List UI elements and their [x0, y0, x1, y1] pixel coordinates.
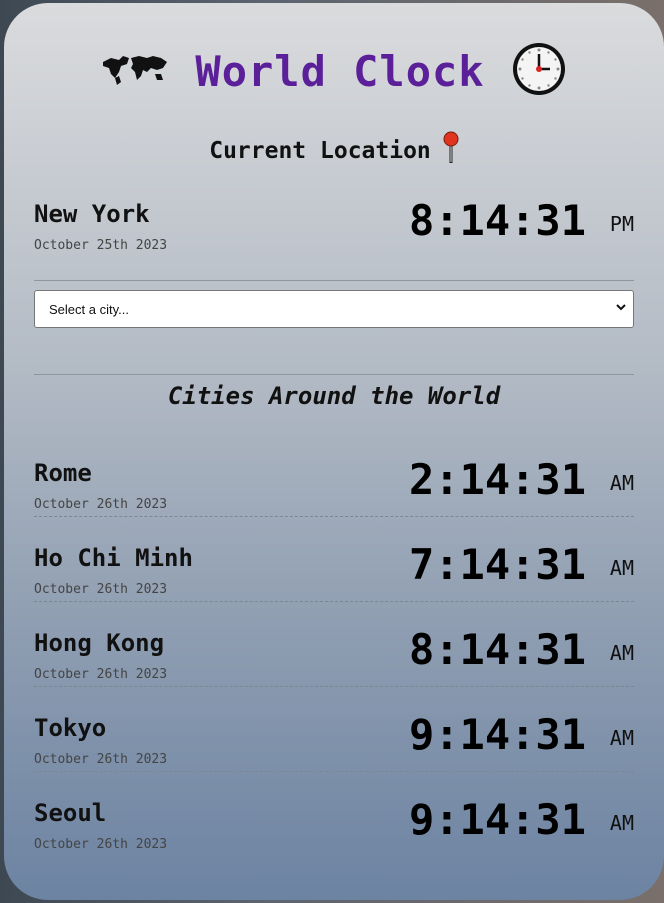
current-city-time: 8:14:31	[408, 196, 586, 245]
city-time: 2:14:31	[408, 455, 586, 504]
app-title: World Clock	[195, 46, 485, 96]
city-time: 7:14:31	[408, 540, 586, 589]
current-location-heading: Current Location	[4, 131, 664, 171]
header: World Clock	[4, 41, 664, 101]
current-city-row: New York October 25th 2023 8:14:31 PM	[34, 196, 634, 260]
current-city-name: New York	[34, 200, 150, 228]
city-ampm: AM	[609, 471, 634, 495]
list-item: Rome October 26th 2023 2:14:31 AM	[34, 455, 634, 519]
city-time: 9:14:31	[408, 710, 586, 759]
city-time: 9:14:31	[408, 795, 586, 844]
city-time: 8:14:31	[408, 625, 586, 674]
list-item: Seoul October 26th 2023 9:14:31 AM	[34, 795, 634, 859]
city-date: October 26th 2023	[34, 837, 168, 852]
city-date: October 26th 2023	[34, 582, 168, 597]
world-clock-card: World Clock Current Location New York Oc…	[4, 3, 664, 900]
city-name: Seoul	[34, 799, 107, 827]
city-name: Hong Kong	[34, 629, 165, 657]
city-date: October 26th 2023	[34, 752, 168, 767]
pushpin-icon	[443, 131, 459, 171]
divider	[34, 280, 634, 281]
city-name: Tokyo	[34, 714, 107, 742]
row-divider	[34, 516, 634, 517]
city-date: October 26th 2023	[34, 497, 168, 512]
city-ampm: AM	[609, 811, 634, 835]
list-item: Hong Kong October 26th 2023 8:14:31 AM	[34, 625, 634, 689]
city-ampm: AM	[609, 641, 634, 665]
world-map-icon	[101, 52, 169, 90]
city-date: October 26th 2023	[34, 667, 168, 682]
row-divider	[34, 686, 634, 687]
section-title: Cities Around the World	[167, 382, 501, 410]
list-item: Tokyo October 26th 2023 9:14:31 AM	[34, 710, 634, 774]
city-name: Rome	[34, 459, 92, 487]
divider	[34, 374, 634, 375]
row-divider	[34, 601, 634, 602]
city-select[interactable]: Select a city...	[34, 290, 634, 328]
city-select-value: Select a city...	[49, 302, 129, 317]
clock-icon	[511, 41, 567, 101]
city-ampm: AM	[609, 556, 634, 580]
current-city-date: October 25th 2023	[34, 238, 168, 253]
city-ampm: AM	[609, 726, 634, 750]
row-divider	[34, 771, 634, 772]
chevron-down-icon	[615, 301, 627, 316]
current-location-label: Current Location	[209, 138, 431, 164]
current-city-ampm: PM	[609, 212, 634, 236]
list-item: Ho Chi Minh October 26th 2023 7:14:31 AM	[34, 540, 634, 604]
city-name: Ho Chi Minh	[34, 544, 193, 572]
